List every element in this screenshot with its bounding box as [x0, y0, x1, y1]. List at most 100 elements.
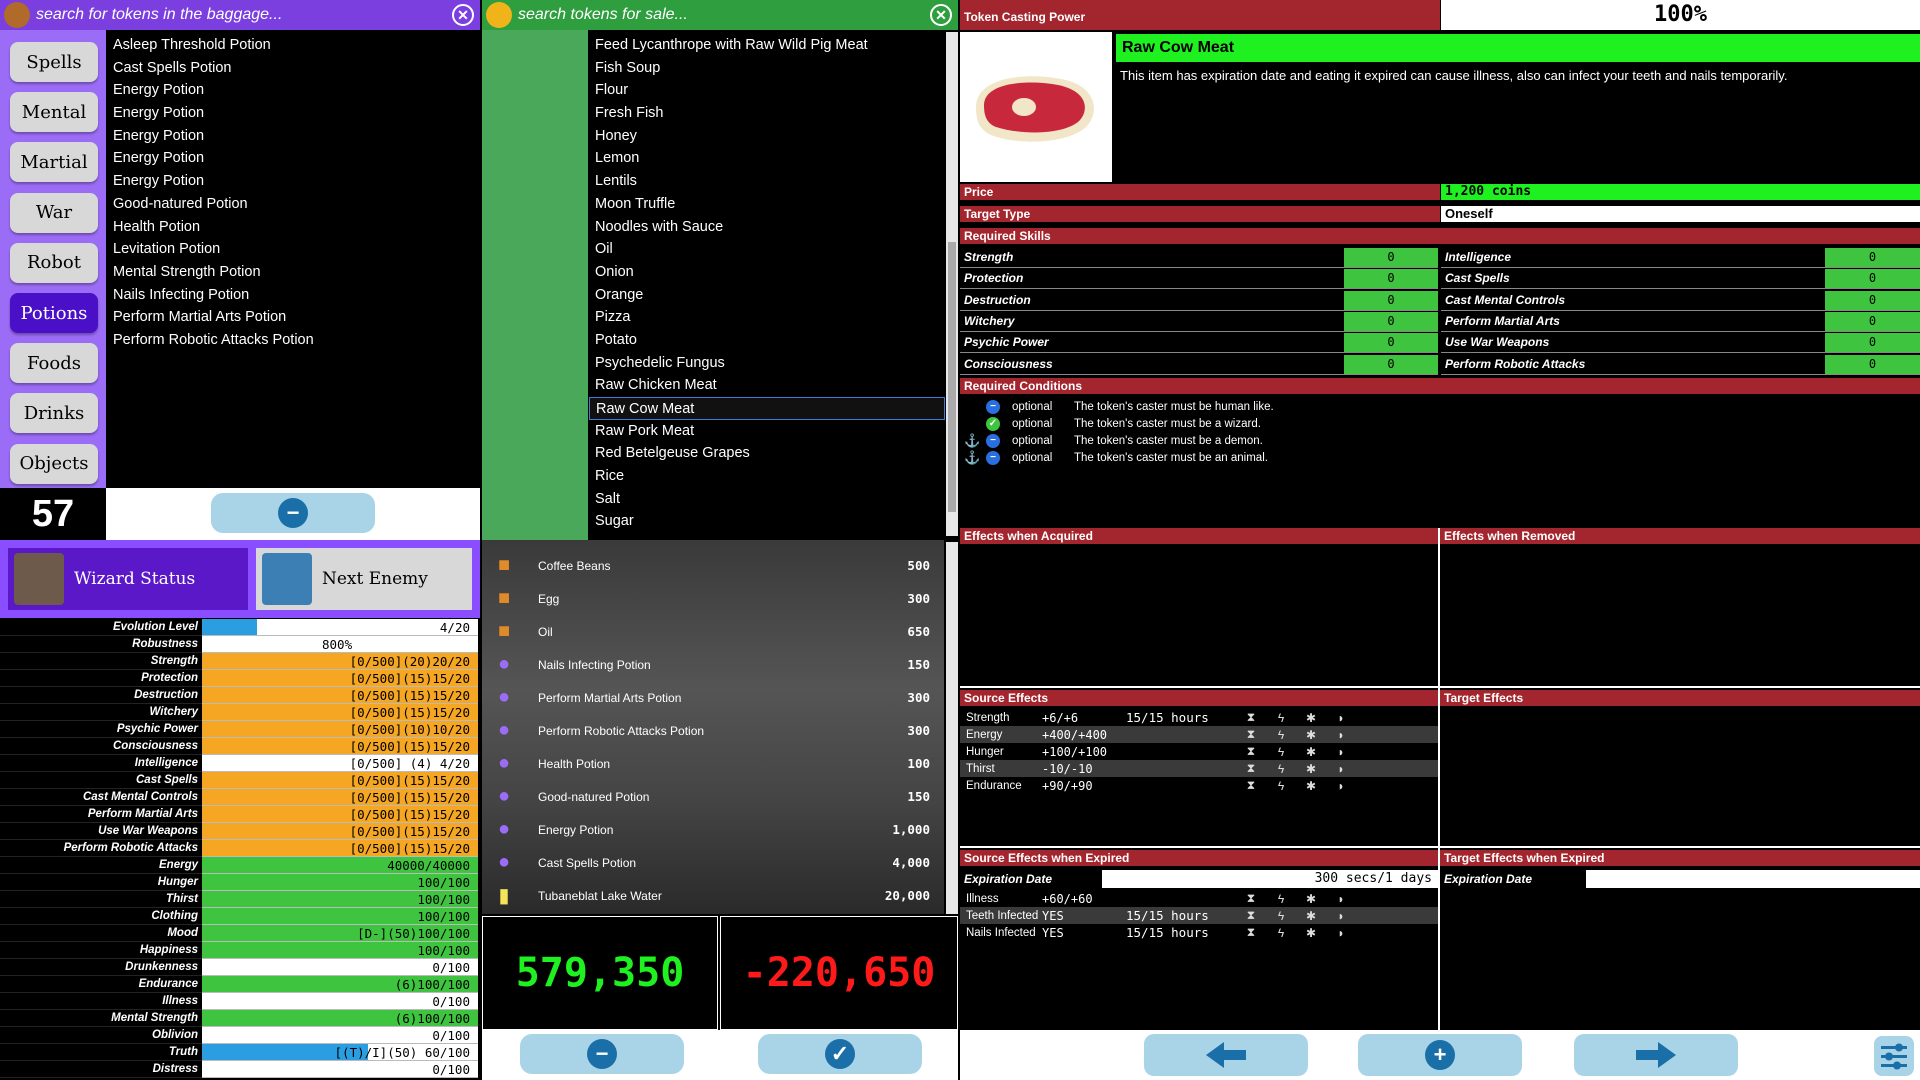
baggage-category-drinks[interactable]: Drinks	[10, 393, 98, 434]
add-button[interactable]: +	[1358, 1034, 1522, 1076]
shop-list-item[interactable]: Feed Lycanthrope with Raw Wild Pig Meat	[589, 34, 945, 57]
skill-value: 0	[1344, 269, 1438, 290]
shop-list-item[interactable]: Moon Truffle	[589, 193, 945, 216]
cart-item-name: Perform Robotic Attacks Potion	[538, 723, 705, 738]
shop-list-item[interactable]: Lentils	[589, 170, 945, 193]
cart-item[interactable]: ■ Coffee Beans 500	[490, 549, 930, 582]
cart-item[interactable]: ▮ Tubaneblat Lake Water 20,000	[490, 879, 930, 912]
cart-item[interactable]: ● Perform Martial Arts Potion 300	[490, 681, 930, 714]
muscle-icon: ◗	[1337, 744, 1345, 759]
baggage-category-objects[interactable]: Objects	[10, 443, 98, 484]
cart-item[interactable]: ● Good-natured Potion 150	[490, 780, 930, 813]
baggage-list-item[interactable]: Health Potion	[107, 216, 477, 239]
settings-button[interactable]	[1874, 1036, 1914, 1076]
shop-list-item[interactable]: Salt	[589, 488, 945, 511]
cart-item[interactable]: ● Health Potion 100	[490, 747, 930, 780]
status-value-text: [0/500](10)10/20	[349, 722, 470, 737]
shop-list-item[interactable]: Pizza	[589, 306, 945, 329]
baggage-search-bar[interactable]: search for tokens in the baggage... ✕	[0, 0, 480, 30]
status-value: 800%	[202, 636, 478, 653]
baggage-list-item[interactable]: Energy Potion	[107, 170, 477, 193]
baggage-category-war[interactable]: War	[10, 192, 98, 233]
shop-list-item[interactable]: Flour	[589, 79, 945, 102]
cart-item[interactable]: ● Perform Robotic Attacks Potion 300	[490, 714, 930, 747]
cart-item[interactable]: ■ Egg 300	[490, 582, 930, 615]
cart-item-price: 500	[907, 558, 930, 573]
effect-name: Energy	[966, 728, 1003, 741]
close-icon[interactable]: ✕	[930, 4, 952, 26]
shop-list-item[interactable]: Fresh Fish	[589, 102, 945, 125]
shop-list-item[interactable]: Fish Soup	[589, 57, 945, 80]
shop-list-item[interactable]: Red Betelgeuse Grapes	[589, 442, 945, 465]
baggage-list-item[interactable]: Good-natured Potion	[107, 193, 477, 216]
bug-icon: ✱	[1305, 778, 1317, 793]
baggage-list-item[interactable]: Levitation Potion	[107, 238, 477, 261]
baggage-list-item[interactable]: Energy Potion	[107, 147, 477, 170]
shop-list-item[interactable]: Sugar	[589, 510, 945, 533]
baggage-category-mental[interactable]: Mental	[10, 92, 98, 133]
baggage-list-item[interactable]: Perform Martial Arts Potion	[107, 306, 477, 329]
source-effects-label: Source Effects	[960, 690, 1438, 706]
baggage-list-item[interactable]: Cast Spells Potion	[107, 57, 477, 80]
status-value: 0/100	[202, 1061, 478, 1078]
effect-value: +100/+100	[1042, 744, 1108, 759]
shop-list-item[interactable]: Onion	[589, 261, 945, 284]
shop-list-item[interactable]: Psychedelic Fungus	[589, 352, 945, 375]
baggage-list-item[interactable]: Energy Potion	[107, 79, 477, 102]
required-skills-label: Required Skills	[960, 228, 1920, 244]
confirm-purchase-button[interactable]: ✓	[758, 1034, 922, 1074]
status-value-text: 0/100	[432, 994, 470, 1009]
status-row: Psychic Power [0/500](10)10/20	[0, 721, 478, 738]
shop-list-item[interactable]: Raw Pork Meat	[589, 420, 945, 443]
remove-from-baggage-button[interactable]: −	[211, 493, 375, 533]
status-value-text: 100/100	[417, 892, 470, 907]
cart-item[interactable]: ● Cast Spells Potion 4,000	[490, 846, 930, 879]
baggage-category-potions[interactable]: Potions	[10, 293, 98, 333]
shop-list-item[interactable]: Rice	[589, 465, 945, 488]
previous-button[interactable]	[1144, 1034, 1308, 1076]
skill-row: Witchery 0	[960, 311, 1438, 332]
status-row: Mental Strength (6)100/100	[0, 1010, 478, 1027]
bug-icon: ✱	[1305, 744, 1317, 759]
baggage-list-item[interactable]: Mental Strength Potion	[107, 261, 477, 284]
cart-item[interactable]: ● Nails Infecting Potion 150	[490, 648, 930, 681]
shop-list-item[interactable]: Honey	[589, 125, 945, 148]
shop-panel: search tokens for sale... ✕ SpellsMental…	[482, 0, 958, 540]
shop-search-bar[interactable]: search tokens for sale... ✕	[482, 0, 958, 30]
shop-list-item[interactable]: Noodles with Sauce	[589, 216, 945, 239]
shop-list-item[interactable]: Potato	[589, 329, 945, 352]
shop-list-item[interactable]: Oil	[589, 238, 945, 261]
baggage-search-input[interactable]: search for tokens in the baggage...	[36, 6, 452, 24]
status-label: Energy	[0, 857, 202, 874]
remove-from-cart-button[interactable]: −	[520, 1034, 684, 1074]
shop-search-input[interactable]: search tokens for sale...	[518, 6, 930, 24]
status-value-text: [(T)/I](50) 60/100	[334, 1045, 470, 1060]
status-value-text: 100/100	[417, 875, 470, 890]
cart-item[interactable]: ● Energy Potion 1,000	[490, 813, 930, 846]
next-button[interactable]	[1574, 1034, 1738, 1076]
baggage-list-item[interactable]: Perform Robotic Attacks Potion	[107, 329, 477, 352]
baggage-category-foods[interactable]: Foods	[10, 343, 98, 384]
wizard-status-tab[interactable]: Wizard Status	[8, 548, 248, 610]
shop-list-scrollbar[interactable]	[946, 32, 958, 536]
cart-item[interactable]: ■ Oil 650	[490, 615, 930, 648]
shop-list-item[interactable]: Lemon	[589, 147, 945, 170]
required-conditions-label: Required Conditions	[960, 378, 1920, 394]
next-enemy-tab[interactable]: Next Enemy	[256, 548, 472, 610]
baggage-category-robot[interactable]: Robot	[10, 242, 98, 283]
status-value-text: [0/500](15)15/20	[349, 807, 470, 822]
baggage-list-item[interactable]: Energy Potion	[107, 125, 477, 148]
shop-list-item[interactable]: Raw Cow Meat	[589, 397, 945, 420]
baggage-category-spells[interactable]: Spells	[10, 42, 98, 82]
baggage-list-item[interactable]: Asleep Threshold Potion	[107, 34, 477, 57]
bug-icon: ✱	[1305, 710, 1317, 725]
skill-value: 0	[1344, 311, 1438, 332]
close-icon[interactable]: ✕	[452, 4, 474, 26]
baggage-list-item[interactable]: Nails Infecting Potion	[107, 284, 477, 307]
baggage-list-item[interactable]: Energy Potion	[107, 102, 477, 125]
shop-list-item[interactable]: Raw Chicken Meat	[589, 374, 945, 397]
cart-scrollbar[interactable]	[946, 542, 958, 914]
effect-name: Teeth Infected	[966, 909, 1039, 922]
baggage-category-martial[interactable]: Martial	[10, 142, 98, 183]
shop-list-item[interactable]: Orange	[589, 284, 945, 307]
